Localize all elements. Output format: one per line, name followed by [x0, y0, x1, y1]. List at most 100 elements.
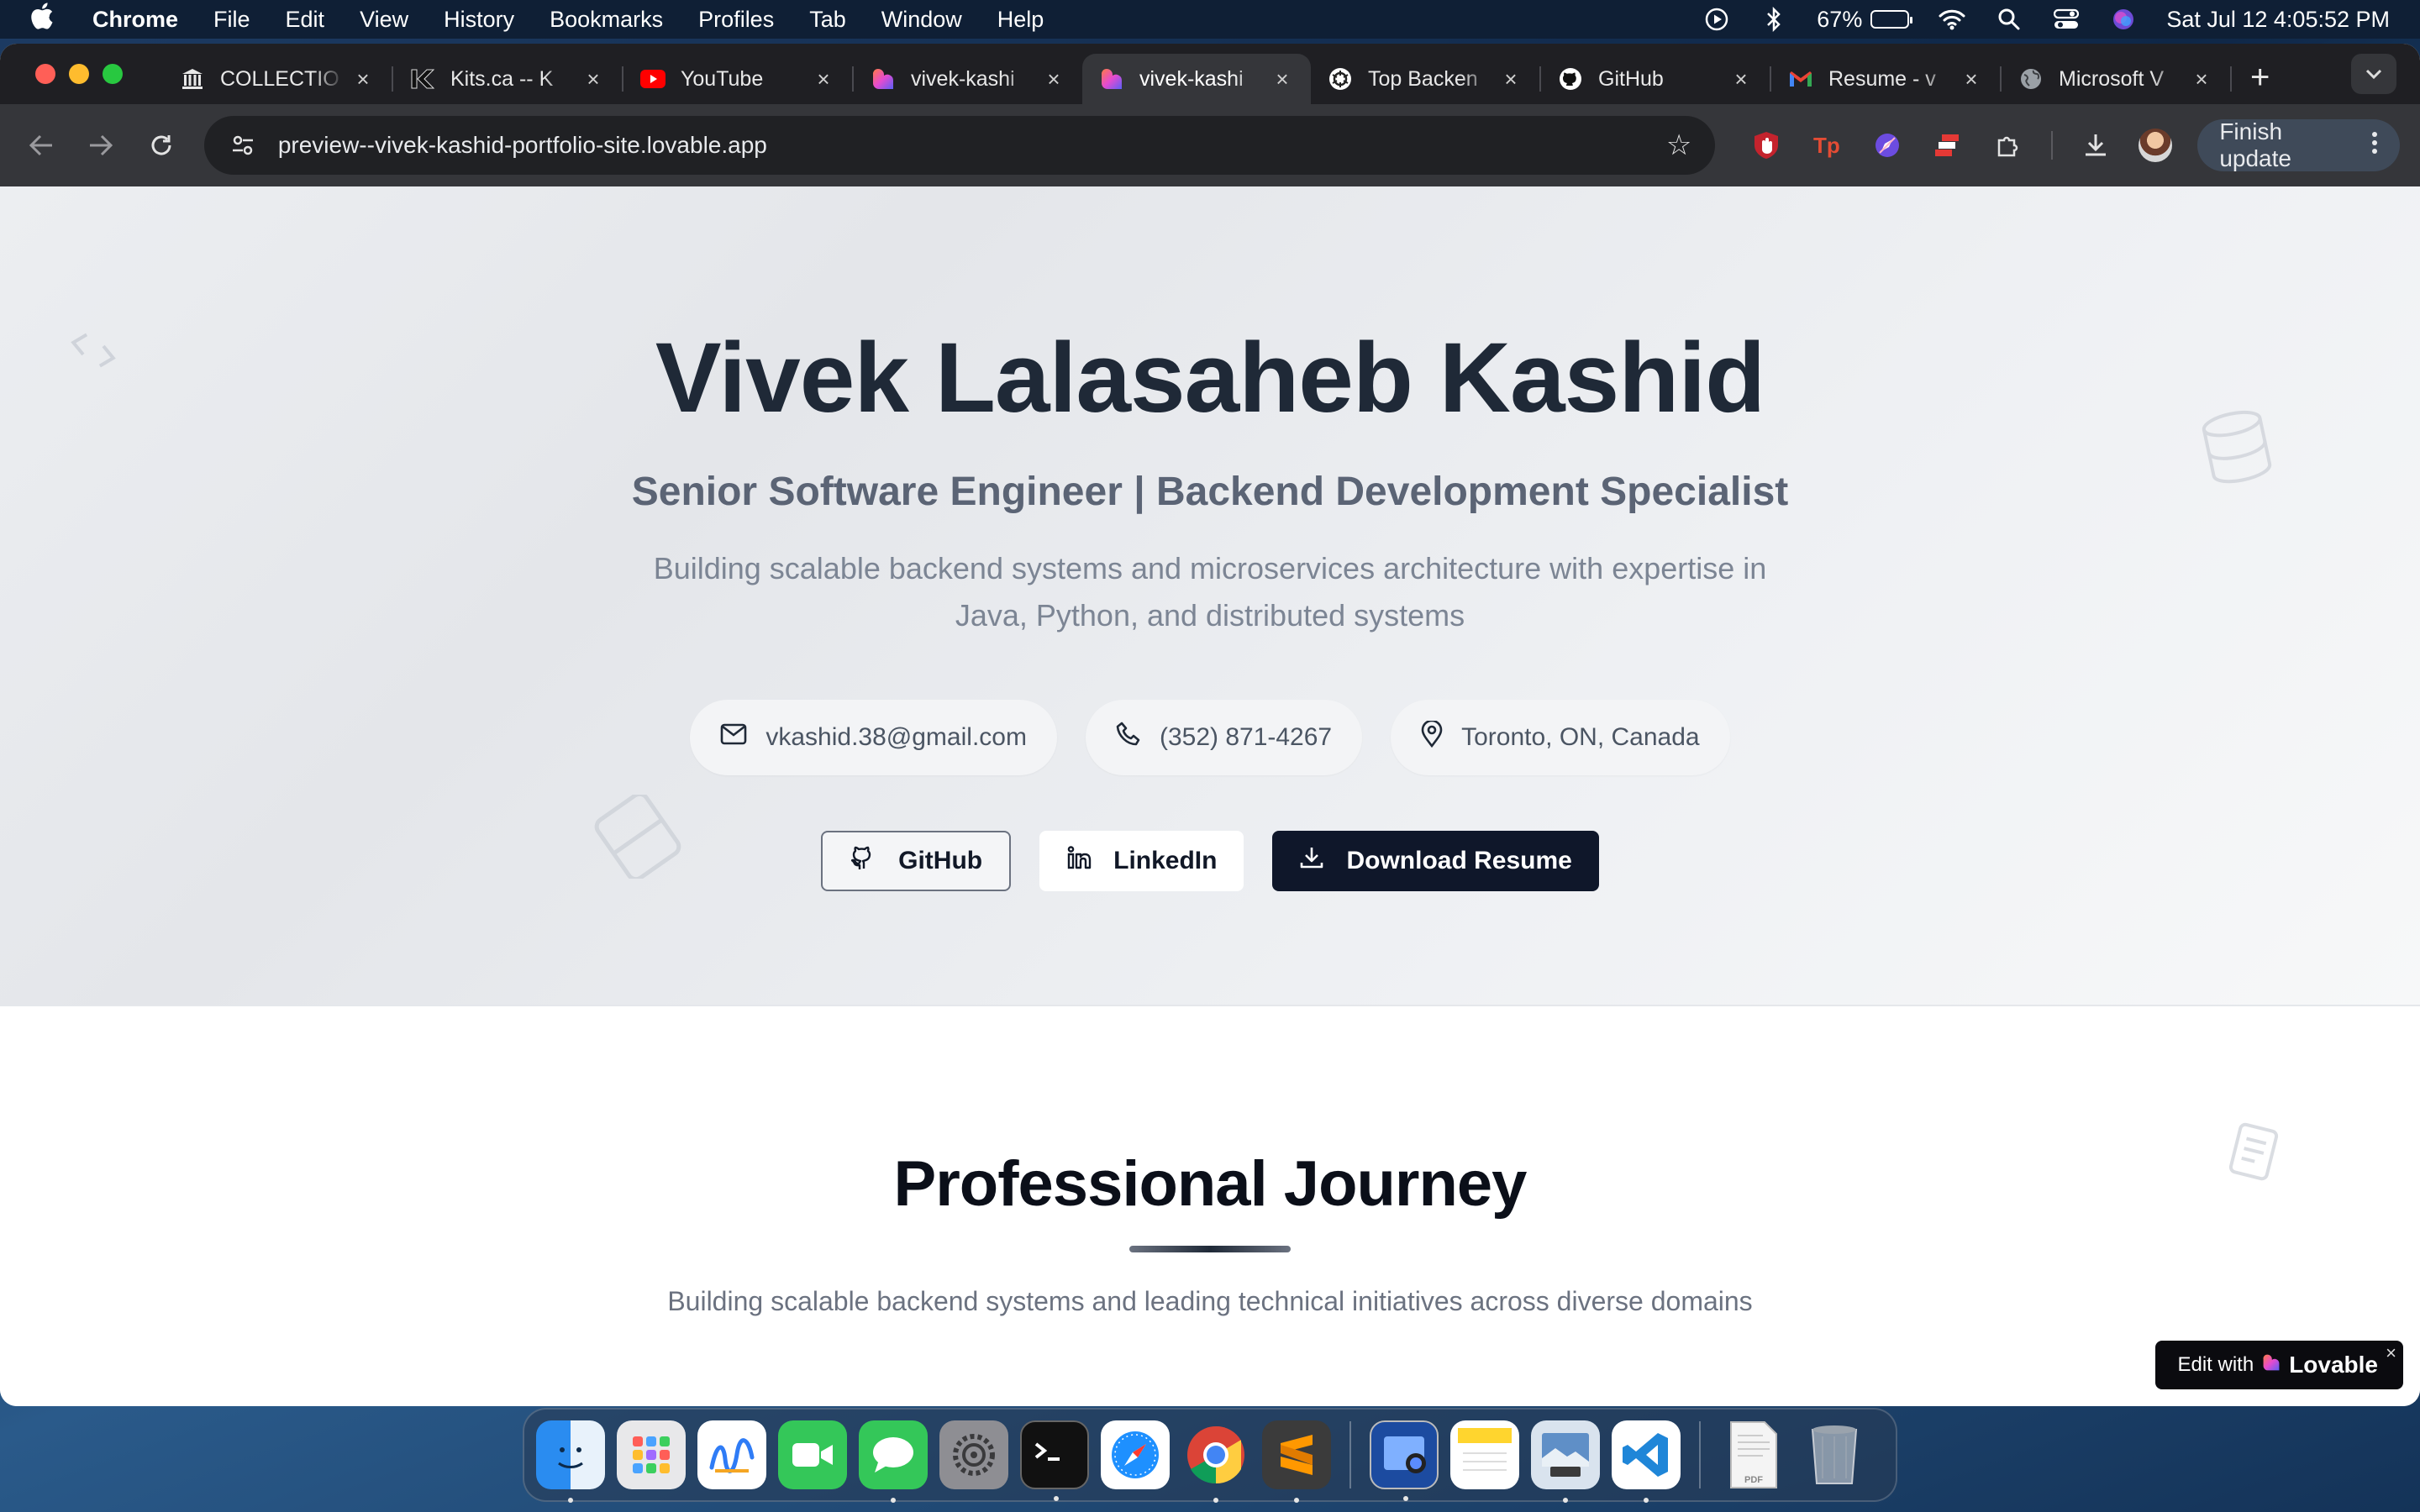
dock-image-capture-icon[interactable]	[1531, 1420, 1600, 1503]
tab-microsoft[interactable]: Microsoft V ×	[2002, 54, 2230, 104]
more-menu-icon[interactable]	[2371, 131, 2378, 160]
control-center-icon[interactable]	[2052, 5, 2081, 34]
bluetooth-icon[interactable]	[1760, 5, 1788, 34]
dock-pdf-document-icon[interactable]: PDF	[1719, 1420, 1788, 1489]
menubar-clock[interactable]: Sat Jul 12 4:05:52 PM	[2166, 7, 2390, 33]
address-bar[interactable]: preview--vivek-kashid-portfolio-site.lov…	[203, 116, 1716, 175]
site-info-icon[interactable]	[228, 130, 258, 160]
dock-terminal-icon[interactable]	[1020, 1420, 1089, 1501]
dock-freeform-icon[interactable]	[697, 1420, 766, 1489]
close-tab-icon[interactable]: ×	[2190, 66, 2213, 92]
download-resume-button[interactable]: Download Resume	[1272, 831, 1599, 891]
spotlight-search-icon[interactable]	[1995, 5, 2023, 34]
tab-vivek-kashid-active[interactable]: vivek-kashi ×	[1082, 54, 1311, 104]
menu-view[interactable]: View	[360, 7, 408, 33]
siri-icon[interactable]	[2109, 5, 2138, 34]
fullscreen-window-button[interactable]	[103, 64, 123, 84]
dock-system-settings-icon[interactable]	[939, 1420, 1008, 1489]
tab-youtube[interactable]: YouTube ×	[623, 54, 852, 104]
globe-icon	[2018, 66, 2044, 92]
menu-edit[interactable]: Edit	[286, 7, 325, 33]
close-window-button[interactable]	[35, 64, 55, 84]
menu-history[interactable]: History	[444, 7, 514, 33]
dock-facetime-icon[interactable]	[778, 1420, 847, 1489]
tab-search-chevron-icon[interactable]	[2351, 54, 2396, 94]
ublock-extension-icon[interactable]	[1749, 128, 1784, 163]
tab-top-backend[interactable]: Top Backen ×	[1311, 54, 1539, 104]
menu-window[interactable]: Window	[881, 7, 962, 33]
tab-title: vivek-kashi	[1139, 66, 1244, 91]
dock-divider	[1349, 1421, 1351, 1488]
dock-trash-icon[interactable]	[1800, 1420, 1869, 1489]
menu-bookmarks[interactable]: Bookmarks	[550, 7, 663, 33]
close-tab-icon[interactable]: ×	[1960, 66, 1983, 92]
dock-notes-icon[interactable]	[1450, 1420, 1519, 1489]
hero-subtitle: Senior Software Engineer | Backend Devel…	[631, 470, 1789, 514]
close-tab-icon[interactable]: ×	[1270, 66, 1294, 92]
url-text[interactable]: preview--vivek-kashid-portfolio-site.lov…	[278, 132, 1666, 159]
linkedin-button[interactable]: LinkedIn	[1039, 831, 1244, 891]
tab-kits[interactable]: Kits.ca -- K ×	[393, 54, 622, 104]
downloads-icon[interactable]	[2078, 128, 2113, 163]
lovable-icon	[1099, 66, 1124, 92]
menu-help[interactable]: Help	[997, 7, 1044, 33]
play-status-icon[interactable]	[1702, 5, 1731, 34]
close-tab-icon[interactable]: ×	[581, 66, 605, 92]
apple-menu-icon[interactable]	[30, 3, 59, 36]
minimize-window-button[interactable]	[69, 64, 89, 84]
close-badge-icon[interactable]: ×	[2386, 1342, 2396, 1364]
bookmark-star-icon[interactable]: ☆	[1666, 129, 1691, 162]
running-indicator	[1563, 1498, 1568, 1503]
tab-collection[interactable]: COLLECTIO ×	[163, 54, 392, 104]
puzzle-extensions-icon[interactable]	[1991, 128, 2026, 163]
email-pill[interactable]: vkashid.38@gmail.com	[690, 700, 1057, 775]
dock-messages-icon[interactable]	[859, 1420, 928, 1503]
compass-extension-icon[interactable]	[1870, 128, 1905, 163]
close-tab-icon[interactable]: ×	[351, 66, 375, 92]
dock-safari-icon[interactable]	[1101, 1420, 1170, 1489]
hero-section: Vivek Lalasaheb Kashid Senior Software E…	[0, 186, 2420, 1006]
finish-update-button[interactable]: Finish update	[2197, 118, 2400, 171]
finish-update-label: Finish update	[2219, 118, 2291, 171]
close-tab-icon[interactable]: ×	[1042, 66, 1065, 92]
menu-tab[interactable]: Tab	[809, 7, 846, 33]
tab-vivek-kashid-1[interactable]: vivek-kashi ×	[854, 54, 1082, 104]
new-tab-plus-icon[interactable]: +	[2250, 59, 2270, 97]
dock-sublime-text-icon[interactable]	[1262, 1420, 1331, 1503]
github-button[interactable]: GitHub	[821, 831, 1012, 891]
running-indicator	[1294, 1498, 1299, 1503]
phone-pill[interactable]: (352) 871-4267	[1085, 700, 1363, 775]
document-icon	[2227, 1122, 2281, 1185]
dock-chrome-icon[interactable]	[1181, 1420, 1250, 1503]
close-tab-icon[interactable]: ×	[812, 66, 835, 92]
edit-with-lovable-badge[interactable]: Edit with Lovable ×	[2155, 1341, 2403, 1389]
professional-journey-section: Professional Journey Building scalable b…	[0, 1006, 2420, 1406]
location-pill[interactable]: Toronto, ON, Canada	[1391, 700, 1730, 775]
forward-arrow-icon[interactable]	[81, 124, 123, 166]
stack-extension-icon[interactable]	[1930, 128, 1965, 163]
tab-github[interactable]: GitHub ×	[1541, 54, 1770, 104]
app-menu-chrome[interactable]: Chrome	[92, 7, 178, 33]
dock-finder-icon[interactable]	[536, 1420, 605, 1503]
github-label: GitHub	[898, 847, 983, 874]
profile-avatar[interactable]	[2139, 129, 2173, 162]
dock-preview-icon[interactable]	[1370, 1420, 1439, 1501]
dock-launchpad-icon[interactable]	[617, 1420, 686, 1489]
battery-percent: 67%	[1817, 6, 1863, 32]
dock-vscode-icon[interactable]	[1612, 1420, 1681, 1503]
dock-divider	[1699, 1421, 1701, 1488]
tab-resume-gmail[interactable]: Resume - v ×	[1771, 54, 2000, 104]
battery-status[interactable]: 67%	[1817, 6, 1913, 33]
menu-profiles[interactable]: Profiles	[698, 7, 774, 33]
reload-icon[interactable]	[140, 124, 182, 166]
wifi-icon[interactable]	[1938, 5, 1966, 34]
hero-name: Vivek Lalasaheb Kashid	[655, 323, 1765, 433]
menu-file[interactable]: File	[213, 7, 250, 33]
macos-dock: PDF	[523, 1408, 1897, 1503]
close-tab-icon[interactable]: ×	[1729, 66, 1753, 92]
tp-extension-icon[interactable]: Tp	[1809, 128, 1844, 163]
close-tab-icon[interactable]: ×	[1499, 66, 1523, 92]
back-arrow-icon[interactable]	[20, 124, 62, 166]
linkedin-icon	[1066, 845, 1092, 877]
kits-icon	[410, 66, 435, 92]
